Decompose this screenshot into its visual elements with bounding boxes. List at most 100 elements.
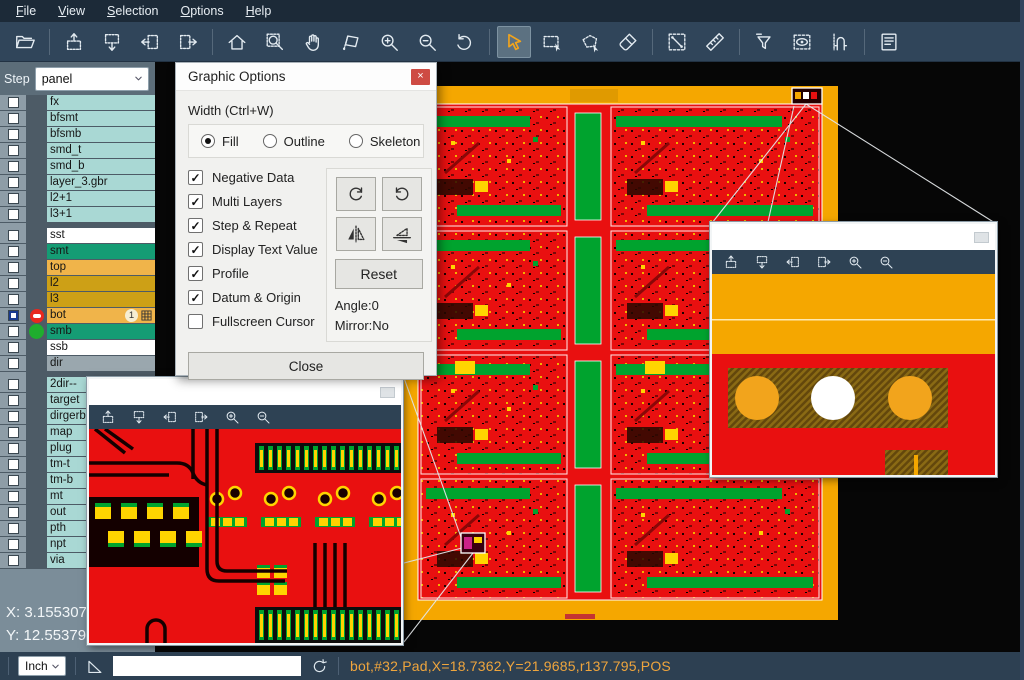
mirror-diagonal-button[interactable]: [382, 217, 422, 251]
tool-pan-left[interactable]: [133, 26, 167, 58]
layer-row-bfsmb[interactable]: bfsmb: [0, 127, 155, 142]
layer-row-smt[interactable]: smt: [0, 244, 155, 259]
layer-row-l2-1[interactable]: l2+1: [0, 191, 155, 206]
tool-zoom-in[interactable]: [372, 26, 406, 58]
checkbox-multi-layers[interactable]: ✓Multi Layers: [188, 194, 318, 209]
refresh-icon[interactable]: [310, 657, 329, 676]
layer-visibility-checkbox[interactable]: [8, 443, 19, 454]
layer-visibility-checkbox[interactable]: [8, 427, 19, 438]
checkbox-negative-data[interactable]: ✓Negative Data: [188, 170, 318, 185]
layer-visibility-checkbox[interactable]: [8, 475, 19, 486]
layer-visibility-checkbox[interactable]: [8, 230, 19, 241]
menu-item-help[interactable]: Help: [236, 2, 282, 20]
zoomwin-tool-pan-up[interactable]: [722, 253, 740, 271]
layer-row-top[interactable]: top: [0, 260, 155, 275]
menu-item-options[interactable]: Options: [170, 2, 233, 20]
tool-zoom-window[interactable]: [258, 26, 292, 58]
layer-row-layer-3-gbr[interactable]: layer_3.gbr: [0, 175, 155, 190]
layer-visibility-checkbox[interactable]: [8, 193, 19, 204]
step-select[interactable]: panel: [35, 67, 149, 91]
layer-visibility-checkbox[interactable]: [8, 278, 19, 289]
tool-snap-arc[interactable]: [823, 26, 857, 58]
window-menu-button[interactable]: [974, 232, 989, 243]
zoomwin-tool-pan-left[interactable]: [784, 253, 802, 271]
layer-visibility-checkbox[interactable]: [8, 555, 19, 566]
menu-item-view[interactable]: View: [48, 2, 95, 20]
zoomwin-tool-zoom-out[interactable]: [254, 408, 272, 426]
tool-filter[interactable]: [747, 26, 781, 58]
layer-row-fx[interactable]: fx: [0, 95, 155, 110]
layer-visibility-checkbox[interactable]: [8, 358, 19, 369]
zoomwin-tool-zoom-out[interactable]: [877, 253, 895, 271]
layer-row-smb[interactable]: smb: [0, 324, 155, 339]
layer-row-sst[interactable]: sst: [0, 228, 155, 243]
layer-visibility-checkbox[interactable]: [8, 145, 19, 156]
close-button[interactable]: Close: [188, 352, 424, 380]
layer-row-l3-1[interactable]: l3+1: [0, 207, 155, 222]
checkbox-step-repeat[interactable]: ✓Step & Repeat: [188, 218, 318, 233]
zoom-window-titlebar[interactable]: [712, 224, 995, 250]
layer-visibility-checkbox[interactable]: [8, 294, 19, 305]
zoomwin-tool-zoom-in[interactable]: [223, 408, 241, 426]
layer-visibility-checkbox[interactable]: [8, 507, 19, 518]
zoomwin-tool-pan-right[interactable]: [192, 408, 210, 426]
layer-visibility-checkbox[interactable]: [8, 379, 19, 390]
tool-measure-distance[interactable]: [660, 26, 694, 58]
layer-visibility-checkbox[interactable]: [8, 310, 19, 321]
layer-visibility-checkbox[interactable]: [8, 523, 19, 534]
layer-row-bot[interactable]: bot1: [0, 308, 155, 323]
layer-visibility-checkbox[interactable]: [8, 411, 19, 422]
checkbox-display-text-value[interactable]: ✓Display Text Value: [188, 242, 318, 257]
layer-row-ssb[interactable]: ssb: [0, 340, 155, 355]
zoomwin-tool-pan-down[interactable]: [130, 408, 148, 426]
tool-layer-form[interactable]: [872, 26, 906, 58]
mirror-vertical-button[interactable]: [336, 217, 376, 251]
layer-row-bfsmt[interactable]: bfsmt: [0, 111, 155, 126]
zoomwin-tool-pan-left[interactable]: [161, 408, 179, 426]
layer-visibility-checkbox[interactable]: [8, 246, 19, 257]
layer-visibility-checkbox[interactable]: [8, 459, 19, 470]
layer-visibility-checkbox[interactable]: [8, 113, 19, 124]
layer-visibility-checkbox[interactable]: [8, 262, 19, 273]
tool-view-polygon[interactable]: [334, 26, 368, 58]
layer-visibility-checkbox[interactable]: [8, 209, 19, 220]
checkbox-datum-origin[interactable]: ✓Datum & Origin: [188, 290, 318, 305]
layer-visibility-checkbox[interactable]: [8, 395, 19, 406]
tool-view-mask[interactable]: [785, 26, 819, 58]
tool-pan-down[interactable]: [95, 26, 129, 58]
zoom-detail-view[interactable]: [89, 429, 401, 643]
zoomwin-tool-pan-right[interactable]: [815, 253, 833, 271]
tool-pan-up[interactable]: [57, 26, 91, 58]
tool-open-folder[interactable]: [8, 26, 42, 58]
tool-pan-right[interactable]: [171, 26, 205, 58]
tool-select-rectangle[interactable]: [535, 26, 569, 58]
zoom-detail-window-left[interactable]: [87, 377, 403, 645]
zoom-detail-view[interactable]: [712, 274, 995, 475]
tool-select-cursor[interactable]: [497, 26, 531, 58]
tool-measure-ruler[interactable]: [698, 26, 732, 58]
dialog-close-icon[interactable]: ×: [411, 69, 430, 85]
unit-select[interactable]: Inch: [18, 656, 66, 676]
radio-fill[interactable]: Fill: [201, 134, 239, 149]
radio-outline[interactable]: Outline: [263, 134, 325, 149]
dialog-titlebar[interactable]: Graphic Options ×: [176, 63, 436, 91]
menu-item-selection[interactable]: Selection: [97, 2, 168, 20]
tool-home[interactable]: [220, 26, 254, 58]
tool-clean-brush[interactable]: [611, 26, 645, 58]
zoomwin-tool-zoom-in[interactable]: [846, 253, 864, 271]
checkbox-profile[interactable]: ✓Profile: [188, 266, 318, 281]
layer-visibility-checkbox[interactable]: [8, 161, 19, 172]
tool-select-polygon[interactable]: [573, 26, 607, 58]
radio-skeleton[interactable]: Skeleton: [349, 134, 421, 149]
layer-visibility-checkbox[interactable]: [8, 326, 19, 337]
tool-zoom-previous[interactable]: [448, 26, 482, 58]
rotate-cw-button[interactable]: [336, 177, 376, 211]
layer-visibility-checkbox[interactable]: [8, 97, 19, 108]
zoomwin-tool-pan-down[interactable]: [753, 253, 771, 271]
layer-visibility-checkbox[interactable]: [8, 539, 19, 550]
layer-visibility-checkbox[interactable]: [8, 342, 19, 353]
layer-row-l2[interactable]: l2: [0, 276, 155, 291]
tool-zoom-out[interactable]: [410, 26, 444, 58]
layer-visibility-checkbox[interactable]: [8, 491, 19, 502]
command-input[interactable]: [113, 656, 301, 676]
